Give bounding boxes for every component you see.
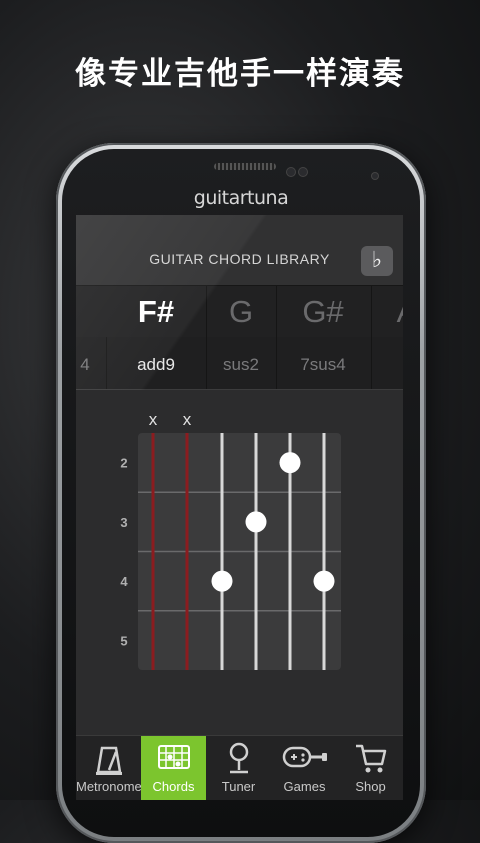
finger-dot bbox=[211, 570, 233, 592]
divider bbox=[371, 286, 372, 338]
tab-metronome[interactable]: Metronome bbox=[76, 736, 142, 800]
fret-number-label: 2 bbox=[120, 456, 127, 471]
chord-grid-icon bbox=[157, 745, 190, 769]
chord-diagram: x x 2 3 4 5 bbox=[120, 410, 341, 670]
tuner-pin-icon bbox=[229, 742, 248, 774]
tab-shop[interactable]: Shop bbox=[338, 736, 403, 800]
divider bbox=[371, 337, 372, 389]
muted-string-marker: x bbox=[183, 410, 192, 429]
fret-number-label: 3 bbox=[120, 515, 127, 530]
tab-label: Shop bbox=[355, 779, 386, 794]
tab-label: Games bbox=[283, 779, 326, 794]
divider bbox=[276, 337, 277, 389]
muted-string-marker: x bbox=[149, 410, 158, 429]
promo-headline: 像专业吉他手一样演奏 bbox=[75, 56, 405, 92]
fret-number-label: 5 bbox=[120, 633, 127, 648]
app-header: GUITAR CHORD LIBRARY ♭ bbox=[76, 215, 403, 285]
chord-type-item[interactable]: add9 bbox=[124, 337, 188, 389]
root-note-item[interactable]: F# bbox=[124, 286, 188, 338]
chord-diagram-area: x x 2 3 4 5 bbox=[76, 390, 403, 735]
root-note-picker[interactable]: F# G G# A bbox=[76, 285, 403, 339]
chord-type-picker[interactable]: 4 add9 sus2 7sus4 bbox=[76, 337, 403, 390]
chord-type-item[interactable]: 4 bbox=[76, 337, 94, 389]
flat-toggle-button[interactable]: ♭ bbox=[361, 246, 393, 276]
tab-label: Metronome bbox=[76, 779, 142, 794]
bottom-tab-bar: Metronome Chords Tuner Games Shop bbox=[76, 735, 403, 800]
metronome-icon bbox=[95, 746, 122, 775]
front-camera-icon bbox=[287, 168, 295, 176]
gamepad-guitar-icon bbox=[282, 746, 327, 768]
earpiece-speaker bbox=[214, 163, 276, 170]
device-brand: guitartuna bbox=[193, 187, 289, 209]
chord-type-item[interactable]: sus2 bbox=[211, 337, 271, 389]
tab-tuner[interactable]: Tuner bbox=[206, 736, 271, 800]
light-sensor bbox=[372, 173, 378, 179]
divider bbox=[206, 286, 207, 338]
page-title: GUITAR CHORD LIBRARY bbox=[149, 251, 330, 267]
tab-label: Tuner bbox=[221, 779, 256, 794]
tab-label: Chords bbox=[152, 779, 195, 794]
divider bbox=[106, 337, 107, 389]
divider bbox=[276, 286, 277, 338]
fret-number-label: 4 bbox=[120, 574, 128, 589]
chord-type-item[interactable]: 7sus4 bbox=[288, 337, 358, 389]
finger-dot bbox=[313, 570, 335, 592]
root-note-item[interactable]: G# bbox=[291, 286, 355, 338]
finger-dot bbox=[279, 452, 301, 474]
tab-chords[interactable]: Chords bbox=[141, 736, 206, 800]
proximity-sensor bbox=[299, 168, 307, 176]
root-note-item[interactable]: A bbox=[392, 286, 403, 338]
root-note-item[interactable]: G bbox=[216, 286, 266, 338]
divider bbox=[206, 337, 207, 389]
app-screen: GUITAR CHORD LIBRARY ♭ F# G G# A 4 add9 … bbox=[76, 215, 403, 800]
tab-games[interactable]: Games bbox=[272, 736, 337, 800]
finger-dot bbox=[245, 511, 267, 533]
cart-icon bbox=[355, 744, 386, 773]
